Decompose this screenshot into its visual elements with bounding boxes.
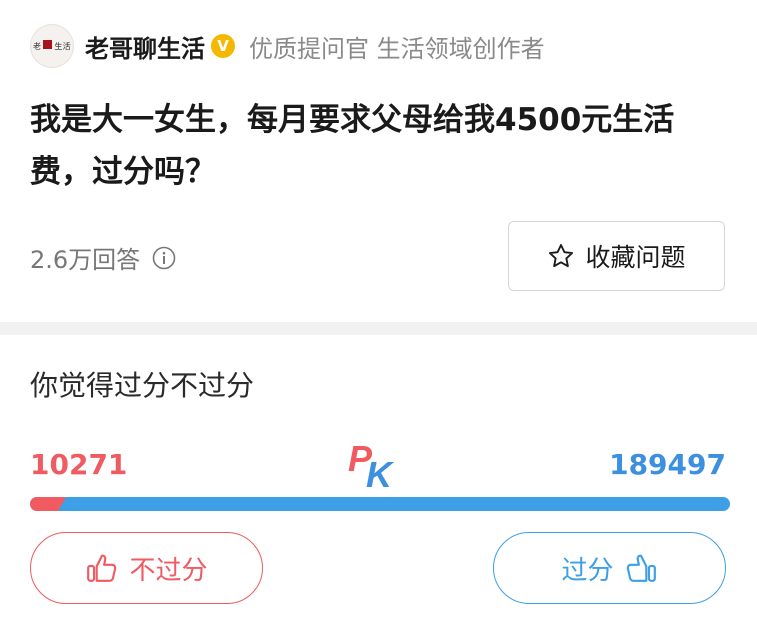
answer-count: 2.6万回答: [30, 240, 176, 275]
vote-excessive-label: 过分: [561, 555, 614, 586]
poll-progress-bar: [30, 497, 730, 511]
question-card: 老生活 老哥聊生活 V 优质提问官 生活领域创作者 我是大一女生，每月要求父母给…: [0, 0, 757, 322]
author-row[interactable]: 老生活 老哥聊生活 V 优质提问官 生活领域创作者: [30, 24, 545, 68]
avatar-logo: 老生活: [33, 40, 71, 51]
poll-left-count: 10271: [30, 448, 128, 481]
poll-question: 你觉得过分不过分: [30, 369, 255, 402]
verified-badge-icon: V: [211, 34, 235, 58]
question-title: 我是大一女生，每月要求父母给我4500元生活费，过分吗？: [30, 102, 675, 190]
author-description: 优质提问官 生活领域创作者: [249, 34, 545, 63]
author-name[interactable]: 老哥聊生活: [85, 29, 205, 64]
section-divider: [0, 322, 757, 335]
vote-not-excessive-button[interactable]: 不过分: [30, 532, 263, 604]
vote-not-excessive-label: 不过分: [129, 555, 208, 586]
pk-logo: P K: [346, 438, 406, 495]
thumbs-up-icon: [624, 551, 658, 585]
poll-progress-left-fill: [30, 497, 66, 511]
poll-right-count: 189497: [609, 448, 726, 481]
star-icon: [547, 242, 575, 270]
thumbs-up-icon: [85, 551, 119, 585]
avatar[interactable]: 老生活: [30, 24, 74, 68]
vote-excessive-button[interactable]: 过分: [493, 532, 726, 604]
favorite-question-button[interactable]: 收藏问题: [508, 221, 725, 291]
pk-logo-k: K: [366, 454, 392, 495]
answer-count-text: 2.6万回答: [30, 246, 141, 274]
favorite-question-label: 收藏问题: [585, 243, 686, 272]
info-icon[interactable]: [152, 246, 176, 270]
